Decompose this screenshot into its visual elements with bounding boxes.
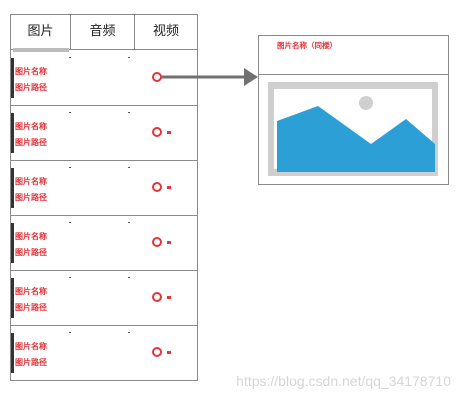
arrow-head [244, 68, 258, 86]
landscape-image-icon [268, 82, 438, 176]
preview-title: 图片名称（同楼） [277, 41, 337, 50]
preview-divider [259, 74, 448, 75]
watermark-url: https://blog.csdn.net/qq_34178710 [236, 373, 451, 389]
sun-shape [359, 96, 373, 110]
image-preview-panel: 图片名称（同楼） [258, 35, 449, 185]
